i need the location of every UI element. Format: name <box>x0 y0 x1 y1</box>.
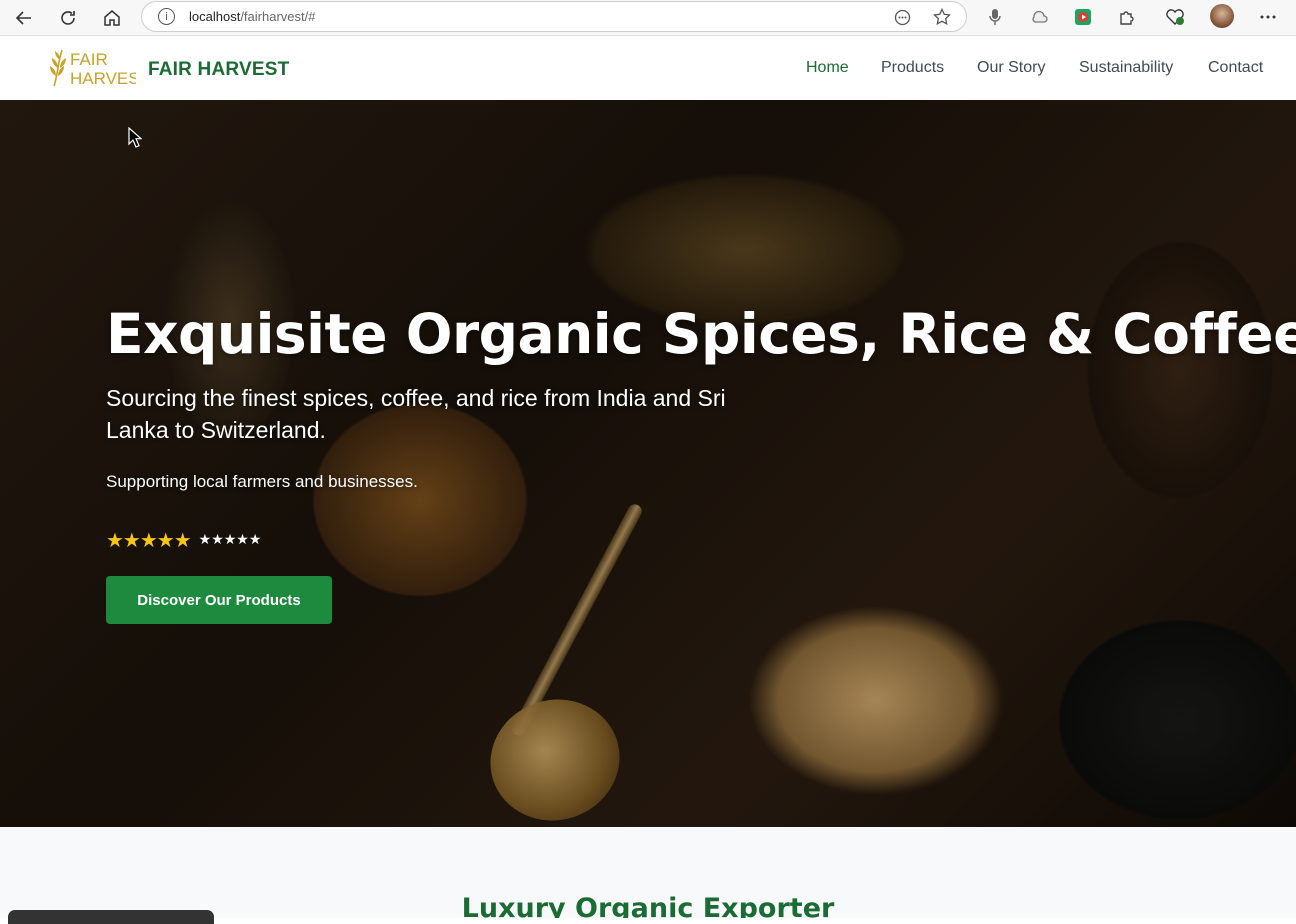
health-heart-icon[interactable] <box>1164 6 1186 28</box>
logo-text-top: FAIR <box>70 50 108 69</box>
rating-stars: ★★★★★ ★★★★★ <box>106 528 261 552</box>
mouse-cursor-icon <box>128 127 142 148</box>
nav-home[interactable]: Home <box>806 59 849 77</box>
hero-support-text: Supporting local farmers and businesses. <box>106 472 418 491</box>
discover-products-button[interactable]: Discover Our Products <box>106 576 332 624</box>
nav-products[interactable]: Products <box>881 59 944 77</box>
status-toast <box>8 910 214 924</box>
favorite-star-icon[interactable] <box>932 7 952 27</box>
browser-toolbar: i localhost/fairharvest/# <box>0 0 1296 36</box>
reload-icon[interactable] <box>54 4 82 32</box>
back-arrow-icon[interactable] <box>10 4 38 32</box>
extensions-icon[interactable] <box>1116 6 1138 28</box>
hero-title: Exquisite Organic Spices, Rice & Coffee <box>106 302 1296 366</box>
profile-avatar[interactable] <box>1210 4 1234 28</box>
brand-name[interactable]: FAIR HARVEST <box>148 59 289 81</box>
nav-our-story[interactable]: Our Story <box>977 59 1045 77</box>
url-path: /fairharvest/# <box>240 9 316 24</box>
url-host: localhost <box>189 9 241 24</box>
logo-text-bottom: HARVEST <box>70 69 136 88</box>
rating-stars-large-icon: ★★★★★ <box>106 528 192 552</box>
fair-harvest-logo[interactable]: FAIR HARVEST <box>48 46 150 90</box>
home-icon[interactable] <box>98 4 126 32</box>
nav-sustainability[interactable]: Sustainability <box>1079 59 1173 77</box>
hero-overlay <box>0 100 1296 827</box>
exporter-section: Luxury Organic Exporter <box>0 827 1296 918</box>
rating-stars-small-icon: ★★★★★ <box>198 532 262 548</box>
url-text[interactable]: localhost/fairharvest/# <box>189 9 315 24</box>
media-extension-icon[interactable] <box>1072 6 1094 28</box>
nav-contact[interactable]: Contact <box>1208 59 1263 77</box>
extension-puzzle-cloud-icon[interactable] <box>1028 6 1050 28</box>
address-bar[interactable]: i localhost/fairharvest/# <box>141 1 967 32</box>
hero-subtitle: Sourcing the finest spices, coffee, and … <box>106 385 726 443</box>
reader-icon[interactable] <box>892 7 912 27</box>
site-info-icon[interactable]: i <box>158 8 175 25</box>
microphone-icon[interactable] <box>984 6 1006 28</box>
more-menu-icon[interactable] <box>1257 6 1279 28</box>
hero-section: Exquisite Organic Spices, Rice & Coffee … <box>0 100 1296 827</box>
site-header: FAIR HARVEST FAIR HARVEST Home Products … <box>0 37 1296 100</box>
